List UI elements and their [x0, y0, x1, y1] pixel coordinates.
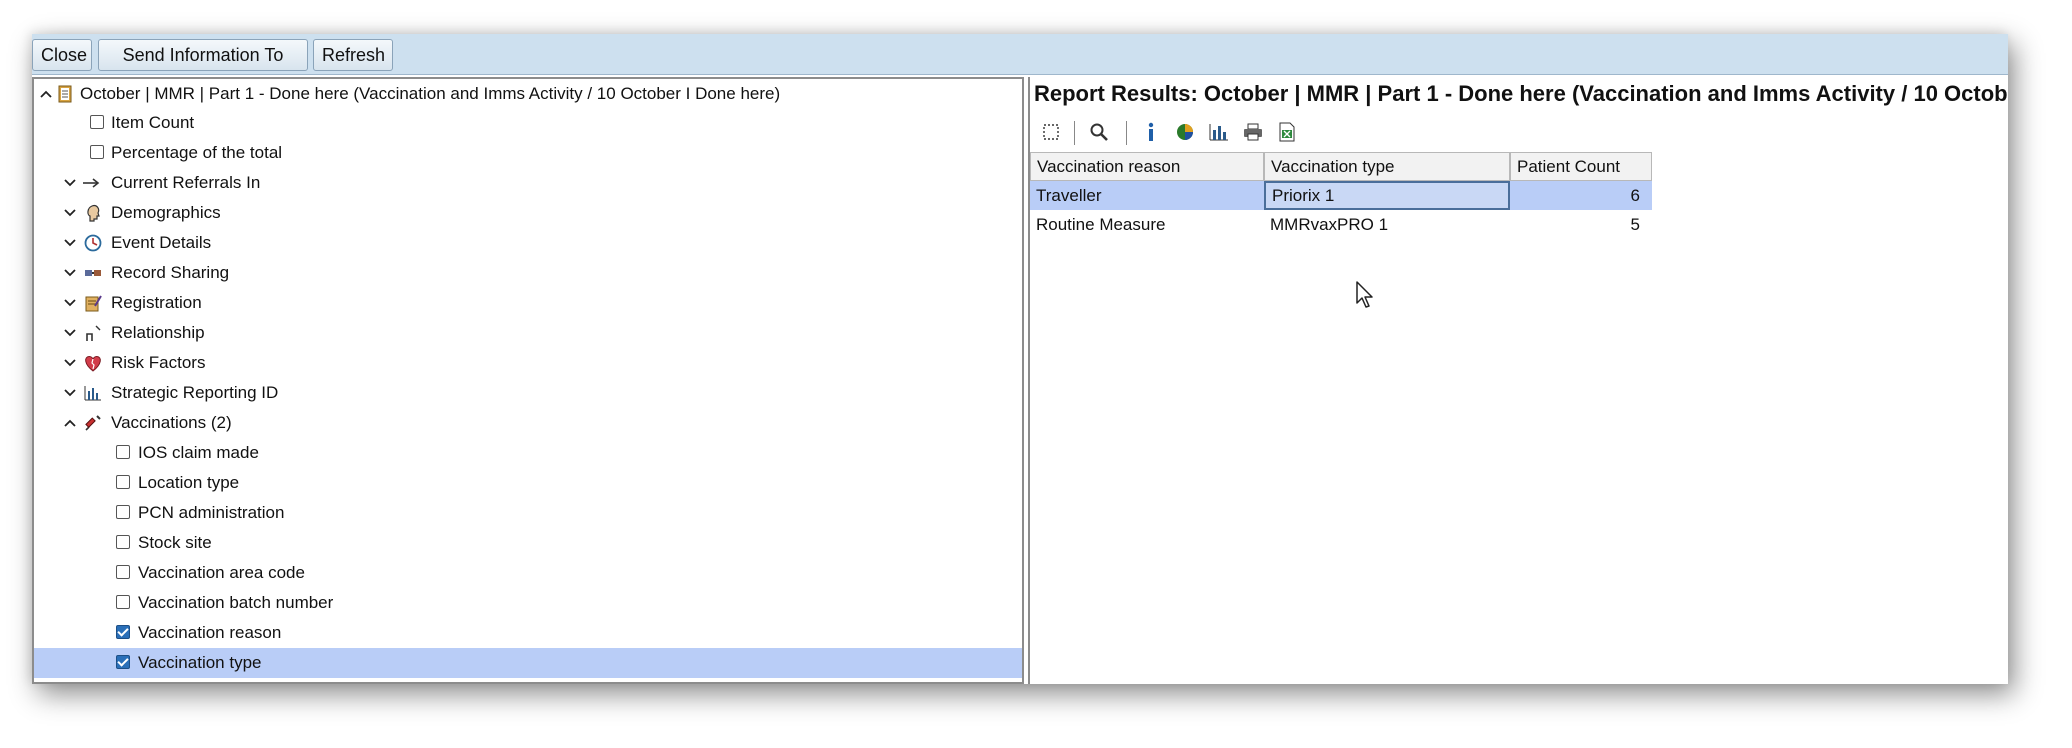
vacc-item-area-code[interactable]: Vaccination area code — [34, 558, 1022, 588]
print-icon[interactable] — [1242, 121, 1264, 143]
percentage-checkbox[interactable] — [90, 145, 104, 159]
tree-group-current-referrals[interactable]: Current Referrals In — [34, 168, 1022, 198]
top-toolbar: Close Send Information To TPP Refresh — [32, 34, 2008, 95]
table-cell[interactable]: 6 — [1510, 181, 1652, 210]
chevron-down-icon[interactable] — [62, 348, 78, 378]
vacc-item-label: Location type — [138, 473, 240, 492]
group-label: Risk Factors — [111, 353, 206, 372]
vacc-item-label: IOS claim made — [138, 443, 259, 462]
vacc-item-location-type[interactable]: Location type — [34, 468, 1022, 498]
chevron-down-icon[interactable] — [62, 198, 78, 228]
arrow-right-icon — [82, 174, 100, 192]
vacc-checkbox[interactable] — [116, 595, 130, 609]
toolbar-separator — [1126, 121, 1127, 145]
column-header-type[interactable]: Vaccination type — [1264, 152, 1510, 181]
chevron-down-icon[interactable] — [62, 318, 78, 348]
table-cell[interactable]: Routine Measure — [1030, 210, 1264, 239]
chevron-down-icon[interactable] — [62, 168, 78, 198]
group-label: Record Sharing — [111, 263, 230, 282]
toolbar-separator — [1074, 121, 1075, 145]
percentage-label: Percentage of the total — [111, 143, 283, 162]
results-toolbar — [1030, 115, 2008, 149]
vacc-item-pcn-administration[interactable]: PCN administration — [34, 498, 1022, 528]
vacc-checkbox[interactable] — [116, 445, 130, 459]
vacc-item-reason[interactable]: Vaccination reason — [34, 618, 1022, 648]
group-label: Strategic Reporting ID — [111, 383, 279, 402]
group-label: Event Details — [111, 233, 212, 252]
vacc-item-type[interactable]: Vaccination type — [34, 648, 1022, 678]
tree-group-vaccinations[interactable]: Vaccinations (2) — [34, 408, 1022, 438]
syringe-icon — [84, 414, 102, 432]
tree-root[interactable]: October | MMR | Part 1 - Done here (Vacc… — [34, 79, 1022, 109]
report-book-icon — [56, 85, 74, 103]
vacc-item-label: Vaccination batch number — [138, 593, 334, 612]
vacc-item-label: PCN administration — [138, 503, 285, 522]
tree-group-strategic-reporting[interactable]: Strategic Reporting ID — [34, 378, 1022, 408]
tree-item-percentage[interactable]: Percentage of the total — [34, 138, 1022, 168]
report-results-panel: Report Results: October | MMR | Part 1 -… — [1028, 77, 2008, 684]
head-profile-icon — [84, 204, 102, 222]
report-window: Close Send Information To TPP Refresh Oc… — [32, 34, 2008, 684]
breakdown-tree: October | MMR | Part 1 - Done here (Vacc… — [32, 77, 1024, 684]
broken-heart-icon — [84, 354, 102, 372]
vacc-item-batch-number[interactable]: Vaccination batch number — [34, 588, 1022, 618]
table-cell-focused[interactable]: Priorix 1 — [1264, 181, 1510, 210]
vacc-item-label: Vaccination type — [138, 653, 262, 672]
vacc-item-label: Stock site — [138, 533, 212, 552]
vacc-checkbox-checked[interactable] — [116, 655, 130, 669]
chevron-down-icon[interactable] — [62, 258, 78, 288]
item-count-checkbox[interactable] — [90, 115, 104, 129]
tree-group-event-details[interactable]: Event Details — [34, 228, 1022, 258]
chevron-down-icon[interactable] — [62, 378, 78, 408]
column-header-count[interactable]: Patient Count — [1510, 152, 1652, 181]
tree-group-risk-factors[interactable]: Risk Factors — [34, 348, 1022, 378]
vaccinations-label: Vaccinations (2) — [111, 413, 232, 432]
column-header-reason[interactable]: Vaccination reason — [1030, 152, 1264, 181]
vacc-item-stock-site[interactable]: Stock site — [34, 528, 1022, 558]
table-cell[interactable]: Traveller — [1030, 181, 1264, 210]
bar-chart-icon[interactable] — [1208, 121, 1230, 143]
tree-item-item-count[interactable]: Item Count — [34, 108, 1022, 138]
chevron-down-icon[interactable] — [62, 288, 78, 318]
vacc-checkbox[interactable] — [116, 475, 130, 489]
vacc-checkbox-checked[interactable] — [116, 625, 130, 639]
info-icon[interactable] — [1140, 121, 1162, 143]
send-to-tpp-button[interactable]: Send Information To TPP — [98, 39, 308, 95]
group-label: Current Referrals In — [111, 173, 261, 192]
vacc-item-label: Vaccination area code — [138, 563, 305, 582]
table-cell[interactable]: 5 — [1510, 210, 1652, 239]
close-button[interactable]: Close — [32, 39, 92, 71]
table-cell[interactable]: MMRvaxPRO 1 — [1264, 210, 1510, 239]
tree-group-demographics[interactable]: Demographics — [34, 198, 1022, 228]
group-label: Demographics — [111, 203, 221, 222]
tree-group-record-sharing[interactable]: Record Sharing — [34, 258, 1022, 288]
vacc-item-label: Vaccination reason — [138, 623, 282, 642]
relationship-icon — [84, 324, 102, 342]
clock-icon — [84, 234, 102, 252]
vacc-checkbox[interactable] — [116, 565, 130, 579]
tree-root-label: October | MMR | Part 1 - Done here (Vacc… — [80, 84, 781, 103]
report-title: Report Results: October | MMR | Part 1 -… — [1034, 81, 2008, 106]
mouse-cursor-icon — [1356, 281, 1376, 314]
registration-form-icon — [84, 294, 102, 312]
chevron-up-icon[interactable] — [62, 408, 78, 438]
chevron-up-icon[interactable] — [38, 79, 54, 109]
pie-chart-icon[interactable] — [1174, 121, 1196, 143]
search-icon[interactable] — [1088, 121, 1110, 143]
item-count-label: Item Count — [111, 113, 195, 132]
export-excel-icon[interactable] — [1276, 121, 1298, 143]
vacc-item-ios-claim[interactable]: IOS claim made — [34, 438, 1022, 468]
vacc-checkbox[interactable] — [116, 505, 130, 519]
group-label: Relationship — [111, 323, 205, 342]
group-label: Registration — [111, 293, 202, 312]
share-icon — [84, 264, 102, 282]
vacc-checkbox[interactable] — [116, 535, 130, 549]
tree-group-relationship[interactable]: Relationship — [34, 318, 1022, 348]
chevron-down-icon[interactable] — [62, 228, 78, 258]
tree-group-registration[interactable]: Registration — [34, 288, 1022, 318]
bar-chart-icon — [84, 384, 102, 402]
refresh-button[interactable]: Refresh — [313, 39, 393, 71]
select-all-icon[interactable] — [1040, 121, 1062, 143]
